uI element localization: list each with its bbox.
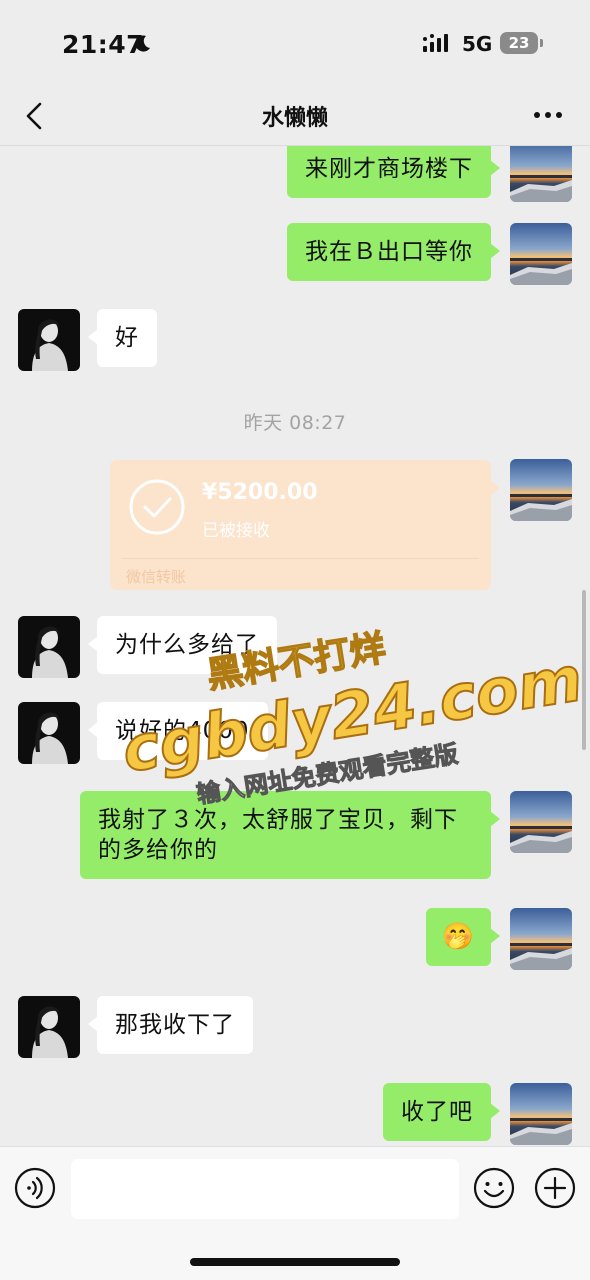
chat-messages[interactable]: 来刚才商场楼下 我在Ｂ出口等你 好 昨天 08:27 ¥5200.00 已被接收… (0, 146, 590, 1146)
message-input[interactable] (71, 1159, 459, 1219)
message-bubble[interactable]: 为什么多给了 (88, 616, 277, 674)
chat-title: 水懒懒 (261, 106, 328, 131)
divider (122, 558, 479, 559)
scrollbar[interactable] (582, 590, 586, 750)
my-avatar[interactable] (510, 146, 572, 202)
timestamp: 昨天 08:27 (243, 412, 347, 434)
message-bubble[interactable]: 我射了３次，太舒服了宝贝，剩下的多给你的 (80, 791, 500, 879)
contact-avatar[interactable] (18, 309, 80, 371)
message-bubble[interactable]: 说好的4000 (88, 702, 268, 760)
message-bubble[interactable]: 好 (88, 309, 157, 367)
my-avatar[interactable] (510, 1083, 572, 1145)
battery-indicator: 23 (500, 32, 538, 54)
message-bubble[interactable]: 收了吧 (383, 1083, 500, 1141)
emoji-message[interactable]: 🤭 (425, 908, 501, 966)
battery-nub (540, 39, 543, 47)
chat-header: 水懒懒 (0, 88, 590, 146)
contact-avatar[interactable] (18, 996, 80, 1058)
contact-avatar[interactable] (18, 616, 80, 678)
status-bar: 21:47 5G 23 (0, 0, 590, 88)
my-avatar[interactable] (510, 908, 572, 970)
transfer-amount: ¥5200.00 (202, 480, 318, 505)
transfer-label: 微信转账 (126, 568, 187, 586)
signal-icon (423, 34, 448, 52)
check-circle-icon (129, 479, 185, 535)
my-avatar[interactable] (510, 459, 572, 521)
contact-avatar[interactable] (18, 702, 80, 764)
message-bubble[interactable]: 那我收下了 (88, 996, 253, 1054)
message-bubble[interactable]: 我在Ｂ出口等你 (287, 223, 500, 281)
voice-icon[interactable] (14, 1167, 56, 1209)
plus-icon[interactable] (534, 1167, 576, 1209)
home-indicator (190, 1258, 400, 1266)
network-type: 5G (462, 32, 493, 56)
transfer-status: 已被接收 (202, 521, 270, 541)
my-avatar[interactable] (510, 223, 572, 285)
more-dots-icon[interactable] (530, 100, 566, 130)
moon-icon (135, 35, 150, 52)
my-avatar[interactable] (510, 791, 572, 853)
transfer-card[interactable]: ¥5200.00 已被接收 微信转账 (110, 460, 500, 590)
emoji-icon[interactable] (473, 1167, 515, 1209)
message-bubble[interactable]: 来刚才商场楼下 (287, 146, 500, 198)
